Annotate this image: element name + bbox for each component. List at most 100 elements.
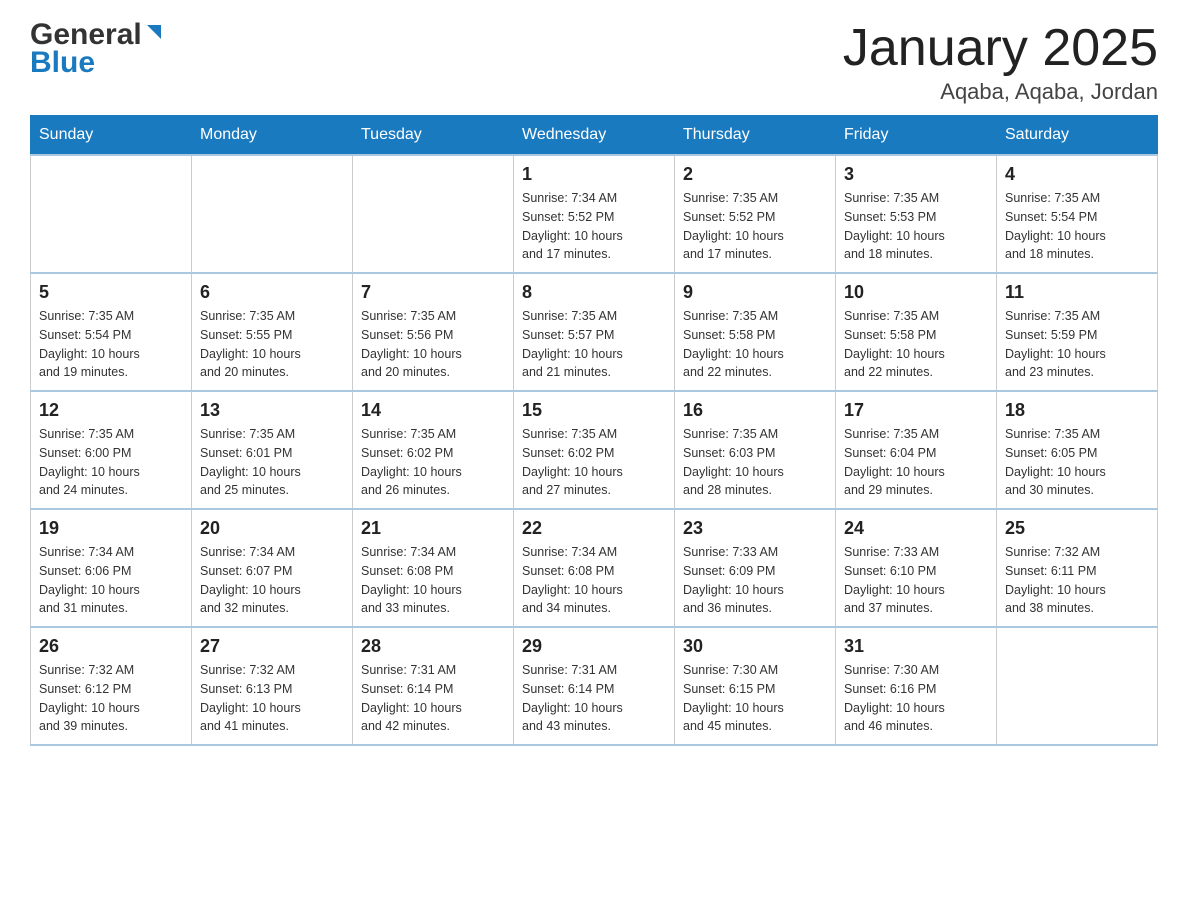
calendar-day-15: 15 Sunrise: 7:35 AM Sunset: 6:02 PM Dayli…	[514, 391, 675, 509]
day-info: Sunrise: 7:35 AM Sunset: 5:58 PM Dayligh…	[844, 307, 988, 382]
calendar-day-24: 24Sunrise: 7:33 AM Sunset: 6:10 PM Dayli…	[836, 509, 997, 627]
calendar-day-27: 27Sunrise: 7:32 AM Sunset: 6:13 PM Dayli…	[192, 627, 353, 745]
day-number: 21	[361, 518, 505, 539]
column-header-friday: Friday	[836, 116, 997, 156]
day-info: Sunrise: 7:34 AM Sunset: 5:52 PM Dayligh…	[522, 189, 666, 264]
day-info: Sunrise: 7:31 AM Sunset: 6:14 PM Dayligh…	[522, 661, 666, 736]
day-number: 2	[683, 164, 827, 185]
day-number: 23	[683, 518, 827, 539]
calendar-day-21: 21 Sunrise: 7:34 AM Sunset: 6:08 PM Dayli…	[353, 509, 514, 627]
day-number: 29	[522, 636, 666, 657]
day-number: 28	[361, 636, 505, 657]
day-info: Sunrise: 7:35 AM Sunset: 5:52 PM Dayligh…	[683, 189, 827, 264]
calendar-day-5: 5 Sunrise: 7:35 AM Sunset: 5:54 PM Daylig…	[31, 273, 192, 391]
calendar-day-19: 19 Sunrise: 7:34 AM Sunset: 6:06 PM Dayli…	[31, 509, 192, 627]
page-header: General Blue January 2025 Aqaba, Aqaba, …	[30, 20, 1158, 105]
calendar-day-16: 16Sunrise: 7:35 AM Sunset: 6:03 PM Dayli…	[675, 391, 836, 509]
column-header-saturday: Saturday	[997, 116, 1158, 156]
empty-cell	[31, 155, 192, 273]
day-number: 25	[1005, 518, 1149, 539]
calendar-day-20: 20 Sunrise: 7:34 AM Sunset: 6:07 PM Dayli…	[192, 509, 353, 627]
calendar-day-29: 29 Sunrise: 7:31 AM Sunset: 6:14 PM Dayli…	[514, 627, 675, 745]
day-info: Sunrise: 7:32 AM Sunset: 6:11 PM Dayligh…	[1005, 543, 1149, 618]
day-info: Sunrise: 7:34 AM Sunset: 6:08 PM Dayligh…	[361, 543, 505, 618]
calendar-day-28: 28Sunrise: 7:31 AM Sunset: 6:14 PM Dayli…	[353, 627, 514, 745]
month-title: January 2025	[843, 20, 1158, 77]
logo-blue-text: Blue	[30, 46, 95, 80]
logo: General Blue	[30, 20, 163, 80]
day-info: Sunrise: 7:35 AM Sunset: 5:57 PM Dayligh…	[522, 307, 666, 382]
day-info: Sunrise: 7:35 AM Sunset: 6:02 PM Dayligh…	[522, 425, 666, 500]
day-info: Sunrise: 7:35 AM Sunset: 6:00 PM Dayligh…	[39, 425, 183, 500]
day-number: 19	[39, 518, 183, 539]
calendar-day-30: 30 Sunrise: 7:30 AM Sunset: 6:15 PM Dayli…	[675, 627, 836, 745]
day-info: Sunrise: 7:34 AM Sunset: 6:06 PM Dayligh…	[39, 543, 183, 618]
day-info: Sunrise: 7:35 AM Sunset: 6:05 PM Dayligh…	[1005, 425, 1149, 500]
calendar-table: SundayMondayTuesdayWednesdayThursdayFrid…	[30, 115, 1158, 746]
calendar-week-row: 19 Sunrise: 7:34 AM Sunset: 6:06 PM Dayli…	[31, 509, 1158, 627]
day-number: 20	[200, 518, 344, 539]
calendar-day-11: 11 Sunrise: 7:35 AM Sunset: 5:59 PM Dayli…	[997, 273, 1158, 391]
day-number: 10	[844, 282, 988, 303]
empty-cell	[353, 155, 514, 273]
day-info: Sunrise: 7:33 AM Sunset: 6:10 PM Dayligh…	[844, 543, 988, 618]
calendar-day-10: 10 Sunrise: 7:35 AM Sunset: 5:58 PM Dayli…	[836, 273, 997, 391]
column-header-sunday: Sunday	[31, 116, 192, 156]
column-header-monday: Monday	[192, 116, 353, 156]
calendar-day-22: 22 Sunrise: 7:34 AM Sunset: 6:08 PM Dayli…	[514, 509, 675, 627]
day-info: Sunrise: 7:35 AM Sunset: 5:54 PM Dayligh…	[1005, 189, 1149, 264]
day-number: 8	[522, 282, 666, 303]
calendar-day-31: 31 Sunrise: 7:30 AM Sunset: 6:16 PM Dayli…	[836, 627, 997, 745]
day-number: 22	[522, 518, 666, 539]
day-info: Sunrise: 7:35 AM Sunset: 5:55 PM Dayligh…	[200, 307, 344, 382]
day-info: Sunrise: 7:35 AM Sunset: 5:53 PM Dayligh…	[844, 189, 988, 264]
calendar-day-12: 12 Sunrise: 7:35 AM Sunset: 6:00 PM Dayli…	[31, 391, 192, 509]
calendar-day-13: 13 Sunrise: 7:35 AM Sunset: 6:01 PM Dayli…	[192, 391, 353, 509]
title-area: January 2025 Aqaba, Aqaba, Jordan	[843, 20, 1158, 105]
day-info: Sunrise: 7:33 AM Sunset: 6:09 PM Dayligh…	[683, 543, 827, 618]
day-number: 7	[361, 282, 505, 303]
day-info: Sunrise: 7:35 AM Sunset: 5:54 PM Dayligh…	[39, 307, 183, 382]
calendar-day-14: 14 Sunrise: 7:35 AM Sunset: 6:02 PM Dayli…	[353, 391, 514, 509]
day-info: Sunrise: 7:35 AM Sunset: 6:01 PM Dayligh…	[200, 425, 344, 500]
calendar-week-row: 26Sunrise: 7:32 AM Sunset: 6:12 PM Dayli…	[31, 627, 1158, 745]
calendar-day-17: 17Sunrise: 7:35 AM Sunset: 6:04 PM Dayli…	[836, 391, 997, 509]
calendar-week-row: 1 Sunrise: 7:34 AM Sunset: 5:52 PM Daylig…	[31, 155, 1158, 273]
calendar-week-row: 5 Sunrise: 7:35 AM Sunset: 5:54 PM Daylig…	[31, 273, 1158, 391]
day-number: 14	[361, 400, 505, 421]
empty-cell	[192, 155, 353, 273]
day-number: 31	[844, 636, 988, 657]
day-number: 11	[1005, 282, 1149, 303]
day-info: Sunrise: 7:35 AM Sunset: 5:59 PM Dayligh…	[1005, 307, 1149, 382]
day-number: 1	[522, 164, 666, 185]
day-number: 27	[200, 636, 344, 657]
day-number: 6	[200, 282, 344, 303]
day-info: Sunrise: 7:30 AM Sunset: 6:16 PM Dayligh…	[844, 661, 988, 736]
calendar-day-18: 18 Sunrise: 7:35 AM Sunset: 6:05 PM Dayli…	[997, 391, 1158, 509]
day-number: 26	[39, 636, 183, 657]
day-number: 12	[39, 400, 183, 421]
column-header-thursday: Thursday	[675, 116, 836, 156]
logo-triangle-icon	[145, 23, 163, 45]
day-number: 4	[1005, 164, 1149, 185]
calendar-day-2: 2 Sunrise: 7:35 AM Sunset: 5:52 PM Daylig…	[675, 155, 836, 273]
location: Aqaba, Aqaba, Jordan	[843, 79, 1158, 105]
day-info: Sunrise: 7:30 AM Sunset: 6:15 PM Dayligh…	[683, 661, 827, 736]
day-info: Sunrise: 7:35 AM Sunset: 6:02 PM Dayligh…	[361, 425, 505, 500]
day-number: 5	[39, 282, 183, 303]
day-number: 9	[683, 282, 827, 303]
day-info: Sunrise: 7:34 AM Sunset: 6:08 PM Dayligh…	[522, 543, 666, 618]
column-header-wednesday: Wednesday	[514, 116, 675, 156]
day-info: Sunrise: 7:34 AM Sunset: 6:07 PM Dayligh…	[200, 543, 344, 618]
calendar-day-25: 25 Sunrise: 7:32 AM Sunset: 6:11 PM Dayli…	[997, 509, 1158, 627]
day-number: 30	[683, 636, 827, 657]
calendar-day-26: 26Sunrise: 7:32 AM Sunset: 6:12 PM Dayli…	[31, 627, 192, 745]
day-number: 15	[522, 400, 666, 421]
calendar-day-8: 8 Sunrise: 7:35 AM Sunset: 5:57 PM Daylig…	[514, 273, 675, 391]
day-number: 18	[1005, 400, 1149, 421]
day-number: 13	[200, 400, 344, 421]
calendar-week-row: 12 Sunrise: 7:35 AM Sunset: 6:00 PM Dayli…	[31, 391, 1158, 509]
empty-cell	[997, 627, 1158, 745]
day-info: Sunrise: 7:35 AM Sunset: 5:58 PM Dayligh…	[683, 307, 827, 382]
calendar-header-row: SundayMondayTuesdayWednesdayThursdayFrid…	[31, 116, 1158, 156]
